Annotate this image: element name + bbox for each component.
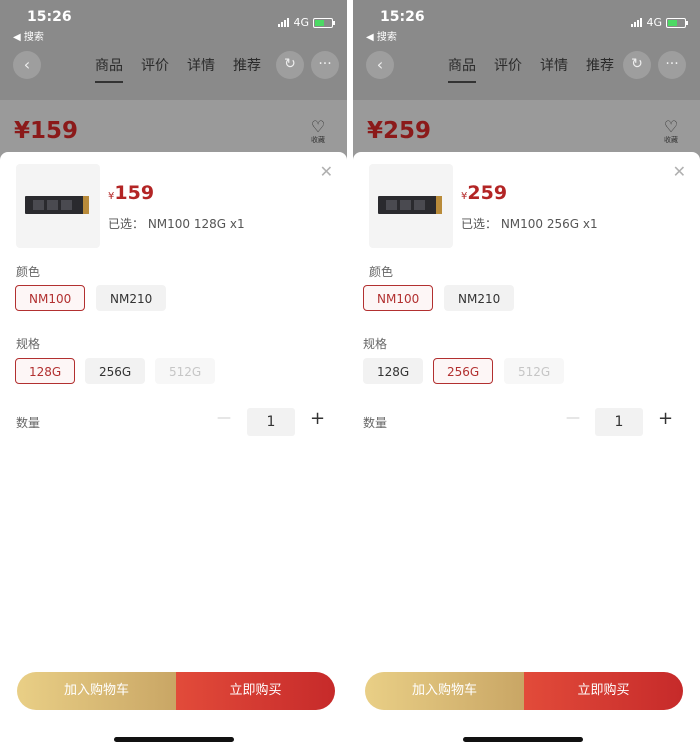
close-icon[interactable]: ✕ bbox=[320, 162, 333, 181]
product-thumbnail bbox=[16, 164, 100, 248]
color-label: 颜色 bbox=[369, 265, 394, 279]
tab-recommend[interactable]: 推荐 bbox=[586, 55, 614, 83]
quantity-input[interactable]: 1 bbox=[247, 408, 295, 436]
price-value: 159 bbox=[114, 182, 155, 204]
phone-screen-left: 15:26 ◀ 搜索 4G ‹ 商品 评价 详情 推荐 ↻ ··· ¥159 ♡… bbox=[0, 0, 347, 753]
home-indicator bbox=[114, 737, 234, 742]
quantity-minus-button[interactable]: — bbox=[566, 410, 580, 426]
more-icon: ··· bbox=[665, 56, 679, 72]
tab-product[interactable]: 商品 bbox=[95, 55, 123, 83]
quantity-input[interactable]: 1 bbox=[595, 408, 643, 436]
tab-reviews[interactable]: 评价 bbox=[494, 55, 522, 83]
status-back-link[interactable]: ◀ 搜索 bbox=[366, 28, 397, 43]
signal-icon bbox=[631, 18, 643, 27]
tab-bar: 商品 评价 详情 推荐 bbox=[95, 55, 261, 83]
background-page: 15:26 ◀ 搜索 4G ‹ 商品 评价 详情 推荐 ↻ ··· ¥259 ♡… bbox=[353, 0, 700, 165]
price-value: 259 bbox=[467, 182, 508, 204]
color-option-nm100[interactable]: NM100 bbox=[15, 285, 86, 311]
tab-details[interactable]: 详情 bbox=[540, 55, 568, 83]
sheet-price: ¥259 bbox=[461, 182, 507, 204]
background-page: 15:26 ◀ 搜索 4G ‹ 商品 评价 详情 推荐 ↻ ··· ¥159 ♡… bbox=[0, 0, 347, 165]
background-price: ¥259 bbox=[367, 118, 432, 144]
heart-icon: ♡ bbox=[310, 117, 326, 136]
network-label: 4G bbox=[293, 16, 309, 29]
more-button[interactable]: ··· bbox=[311, 51, 339, 79]
color-label: 颜色 bbox=[16, 265, 41, 279]
more-button[interactable]: ··· bbox=[658, 51, 686, 79]
sku-selector-sheet: ✕ ¥159 已选： NM100 128G x1 颜色 NM100 NM210 … bbox=[0, 152, 347, 753]
spec-option-128g[interactable]: 128G bbox=[15, 358, 76, 384]
quantity-label: 数量 bbox=[16, 416, 41, 430]
status-time: 15:26 bbox=[380, 9, 425, 25]
phone-screen-right: 15:26 ◀ 搜索 4G ‹ 商品 评价 详情 推荐 ↻ ··· ¥259 ♡… bbox=[353, 0, 700, 753]
favorite-button[interactable]: ♡ 收藏 bbox=[660, 119, 682, 145]
status-back-link[interactable]: ◀ 搜索 bbox=[13, 28, 44, 43]
refresh-icon: ↻ bbox=[631, 56, 643, 72]
tab-product[interactable]: 商品 bbox=[448, 55, 476, 83]
add-to-cart-button[interactable]: 加入购物车 bbox=[365, 672, 524, 710]
close-icon[interactable]: ✕ bbox=[673, 162, 686, 181]
add-to-cart-button[interactable]: 加入购物车 bbox=[17, 672, 176, 710]
selected-summary: 已选： NM100 128G x1 bbox=[108, 217, 245, 231]
back-button[interactable]: ‹ bbox=[13, 51, 41, 79]
refresh-icon: ↻ bbox=[284, 56, 296, 72]
status-indicators: 4G bbox=[631, 16, 688, 29]
product-thumbnail bbox=[369, 164, 453, 248]
tab-recommend[interactable]: 推荐 bbox=[233, 55, 261, 83]
color-option-nm210[interactable]: NM210 bbox=[444, 285, 515, 311]
favorite-label: 收藏 bbox=[664, 136, 678, 144]
battery-icon bbox=[666, 17, 688, 28]
quantity-label: 数量 bbox=[363, 416, 388, 430]
sheet-price: ¥159 bbox=[108, 182, 154, 204]
battery-icon bbox=[313, 17, 335, 28]
color-option-nm100[interactable]: NM100 bbox=[363, 285, 434, 311]
quantity-minus-button[interactable]: — bbox=[217, 410, 231, 426]
chevron-left-icon: ‹ bbox=[376, 55, 384, 74]
ssd-image bbox=[378, 196, 442, 214]
spec-option-256g[interactable]: 256G bbox=[433, 358, 494, 384]
heart-icon: ♡ bbox=[663, 117, 679, 136]
selected-summary: 已选： NM100 256G x1 bbox=[461, 217, 598, 231]
ssd-image bbox=[25, 196, 89, 214]
chevron-left-icon: ‹ bbox=[23, 55, 31, 74]
tab-details[interactable]: 详情 bbox=[187, 55, 215, 83]
share-button[interactable]: ↻ bbox=[623, 51, 651, 79]
tab-reviews[interactable]: 评价 bbox=[141, 55, 169, 83]
spec-label: 规格 bbox=[16, 337, 41, 351]
status-time: 15:26 bbox=[27, 9, 72, 25]
share-button[interactable]: ↻ bbox=[276, 51, 304, 79]
color-option-nm210[interactable]: NM210 bbox=[96, 285, 167, 311]
more-icon: ··· bbox=[318, 56, 332, 72]
home-indicator bbox=[463, 737, 583, 742]
buy-now-button[interactable]: 立即购买 bbox=[524, 672, 683, 710]
spec-option-512g: 512G bbox=[504, 358, 565, 384]
spec-option-128g[interactable]: 128G bbox=[363, 358, 424, 384]
spec-option-512g: 512G bbox=[155, 358, 216, 384]
spec-label: 规格 bbox=[363, 337, 388, 351]
network-label: 4G bbox=[646, 16, 662, 29]
quantity-plus-button[interactable]: + bbox=[310, 408, 325, 429]
quantity-plus-button[interactable]: + bbox=[658, 408, 673, 429]
buy-now-button[interactable]: 立即购买 bbox=[176, 672, 335, 710]
tab-bar: 商品 评价 详情 推荐 bbox=[448, 55, 614, 83]
sku-selector-sheet: ✕ ¥259 已选： NM100 256G x1 颜色 NM100 NM210 … bbox=[353, 152, 700, 753]
background-price: ¥159 bbox=[14, 118, 79, 144]
spec-option-256g[interactable]: 256G bbox=[85, 358, 146, 384]
signal-icon bbox=[278, 18, 290, 27]
favorite-button[interactable]: ♡ 收藏 bbox=[307, 119, 329, 145]
favorite-label: 收藏 bbox=[311, 136, 325, 144]
status-indicators: 4G bbox=[278, 16, 335, 29]
back-button[interactable]: ‹ bbox=[366, 51, 394, 79]
